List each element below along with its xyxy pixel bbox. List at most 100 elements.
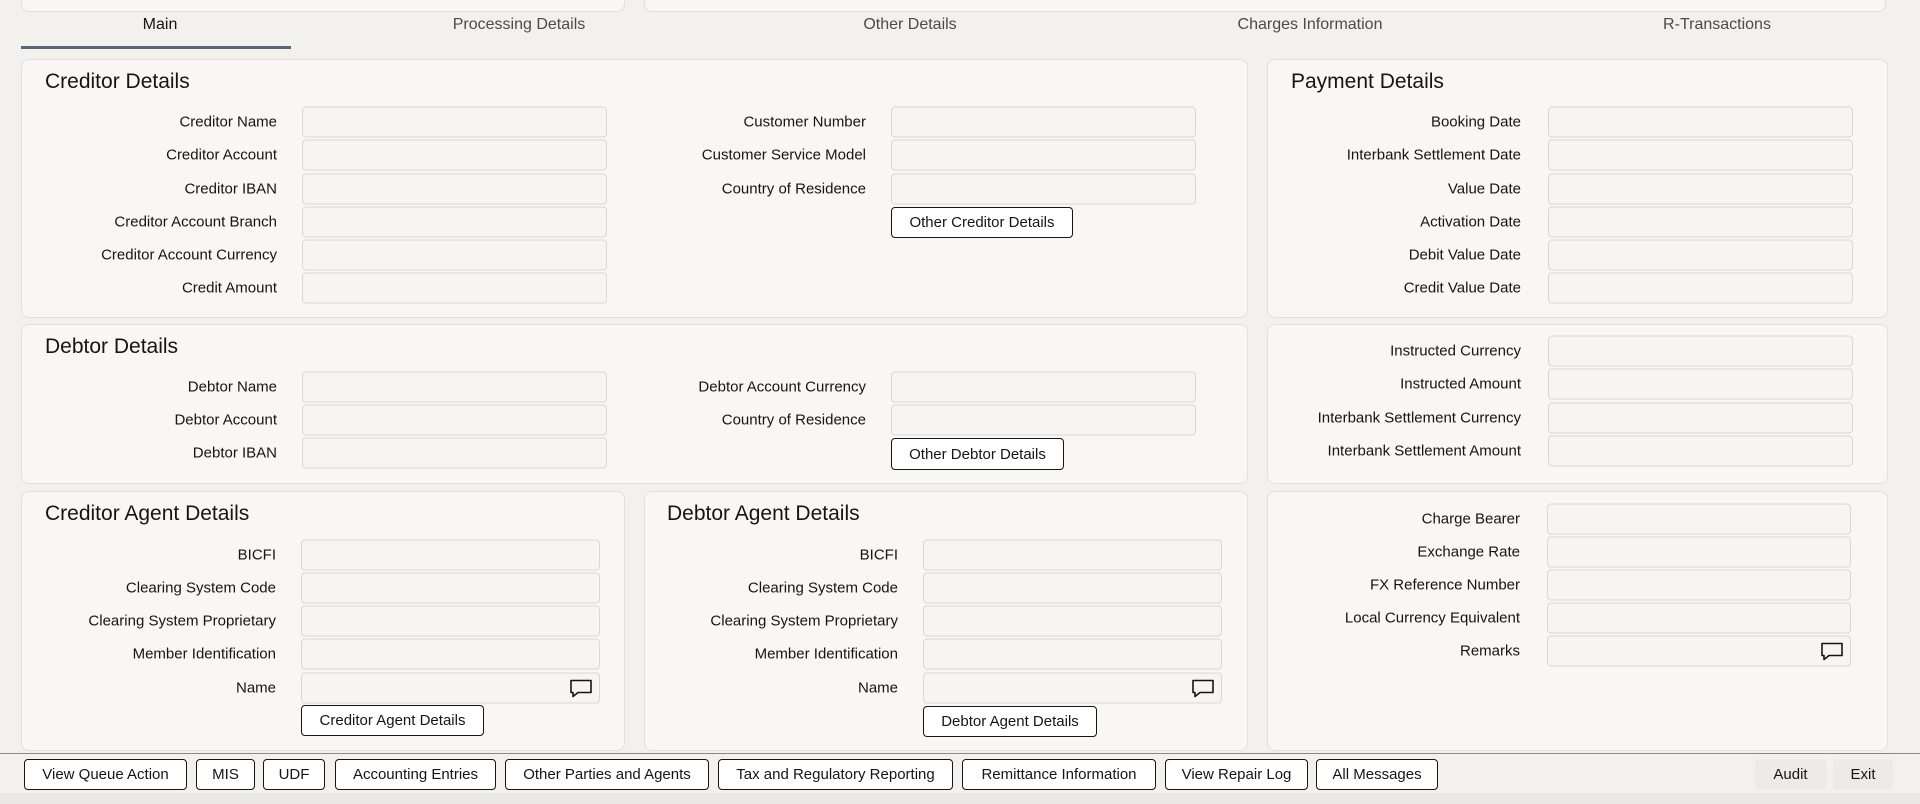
charges-local-currency-equivalent-label: Local Currency Equivalent (1344, 609, 1520, 627)
debtor-agent-name-label: Name (857, 679, 898, 697)
toolbar-view-repair-log-button[interactable]: View Repair Log (1165, 759, 1308, 790)
creditor-details-creditor-account-branch-input[interactable] (302, 206, 607, 238)
toolbar-mis-button[interactable]: MIS (196, 759, 255, 790)
creditor-agent-member-identification-input[interactable] (301, 638, 600, 670)
debtor-details-country-of-residence-input[interactable] (891, 404, 1196, 436)
top-panel-right (644, 0, 1886, 12)
payment-details-interbank-settlement-date-input[interactable] (1548, 139, 1853, 171)
debtor-details-title: Debtor Details (45, 335, 179, 358)
toolbar-tax-and-regulatory-reporting-button[interactable]: Tax and Regulatory Reporting (718, 759, 953, 790)
creditor-details-customer-service-model-input[interactable] (891, 139, 1196, 171)
amount-details-interbank-settlement-currency-input[interactable] (1548, 402, 1853, 434)
chat-bubble-icon[interactable] (569, 678, 593, 698)
amount-details-instructed-currency-input[interactable] (1548, 335, 1853, 367)
other-creditor-details-button[interactable]: Other Creditor Details (891, 207, 1073, 238)
payment-details-activation-date-input[interactable] (1548, 206, 1853, 238)
chat-bubble-icon[interactable] (1820, 641, 1844, 661)
creditor-agent-bicfi-label: BICFI (237, 546, 276, 564)
debtor-agent-member-identification-input[interactable] (923, 638, 1222, 670)
charges-charge-bearer-label: Charge Bearer (1421, 510, 1520, 528)
creditor-details-country-of-residence-input[interactable] (891, 173, 1196, 205)
payment-details-interbank-settlement-date-label: Interbank Settlement Date (1346, 146, 1521, 164)
exit-button[interactable]: Exit (1833, 759, 1893, 790)
creditor-details-creditor-iban-label: Creditor IBAN (184, 180, 277, 198)
creditor-details-creditor-name-label: Creditor Name (179, 113, 277, 131)
debtor-agent-bicfi-input[interactable] (923, 539, 1222, 571)
toolbar-remittance-information-button[interactable]: Remittance Information (962, 759, 1156, 790)
debtor-details-debtor-account-input[interactable] (302, 404, 607, 436)
creditor-details-creditor-account-currency-label: Creditor Account Currency (101, 246, 277, 264)
toolbar-divider (0, 753, 1920, 754)
payment-details-value-date-input[interactable] (1548, 173, 1853, 205)
amount-details-instructed-currency-label: Instructed Currency (1390, 342, 1521, 360)
payment-details-booking-date-label: Booking Date (1430, 113, 1521, 131)
payment-details-title: Payment Details (1291, 70, 1444, 93)
payment-details-debit-value-date-input[interactable] (1548, 239, 1853, 271)
charges-local-currency-equivalent-input[interactable] (1547, 602, 1851, 634)
creditor-details-customer-number-input[interactable] (891, 106, 1196, 138)
debtor-details-debtor-name-input[interactable] (302, 371, 607, 403)
creditor-agent-title: Creditor Agent Details (45, 502, 250, 525)
toolbar-other-parties-and-agents-button[interactable]: Other Parties and Agents (505, 759, 709, 790)
active-tab-indicator (21, 46, 291, 49)
tab-processing-details[interactable]: Processing Details (453, 16, 586, 34)
amount-details-instructed-amount-label: Instructed Amount (1400, 375, 1521, 393)
payment-details-credit-value-date-input[interactable] (1548, 272, 1853, 304)
creditor-agent-member-identification-label: Member Identification (132, 645, 276, 663)
debtor-agent-name-input[interactable] (923, 672, 1222, 704)
debtor-agent-member-identification-label: Member Identification (754, 645, 898, 663)
debtor-agent-title: Debtor Agent Details (667, 502, 860, 525)
debtor-agent-clearing-system-code-input[interactable] (923, 572, 1222, 604)
other-debtor-details-button[interactable]: Other Debtor Details (891, 438, 1064, 470)
creditor-agent-name-label: Name (235, 679, 276, 697)
tab-charges-information[interactable]: Charges Information (1238, 16, 1383, 34)
amount-details-instructed-amount-input[interactable] (1548, 368, 1853, 400)
payment-details-value-date-label: Value Date (1447, 180, 1521, 198)
charges-fx-reference-number-label: FX Reference Number (1369, 576, 1520, 594)
tab-r-transactions[interactable]: R-Transactions (1663, 16, 1771, 34)
creditor-details-creditor-account-currency-input[interactable] (302, 239, 607, 271)
creditor-agent-bicfi-input[interactable] (301, 539, 600, 571)
tab-other-details[interactable]: Other Details (863, 16, 956, 34)
audit-button[interactable]: Audit (1755, 759, 1826, 790)
toolbar-view-queue-action-button[interactable]: View Queue Action (24, 759, 187, 790)
creditor-details-creditor-name-input[interactable] (302, 106, 607, 138)
creditor-details-creditor-account-label: Creditor Account (166, 146, 277, 164)
payment-details-credit-value-date-label: Credit Value Date (1403, 279, 1521, 297)
footer-strip (0, 793, 1920, 804)
charges-exchange-rate-label: Exchange Rate (1417, 543, 1520, 561)
creditor-details-customer-service-model-label: Customer Service Model (701, 146, 866, 164)
toolbar-all-messages-button[interactable]: All Messages (1316, 759, 1438, 790)
debtor-details-debtor-account-currency-input[interactable] (891, 371, 1196, 403)
top-panel-left (21, 0, 625, 12)
creditor-details-creditor-iban-input[interactable] (302, 173, 607, 205)
creditor-agent-details-button[interactable]: Creditor Agent Details (301, 705, 484, 736)
creditor-details-credit-amount-label: Credit Amount (181, 279, 277, 297)
charges-exchange-rate-input[interactable] (1547, 536, 1851, 568)
charges-fx-reference-number-input[interactable] (1547, 569, 1851, 601)
debtor-agent-bicfi-label: BICFI (859, 546, 898, 564)
debtor-details-debtor-iban-label: Debtor IBAN (192, 444, 277, 462)
creditor-agent-clearing-system-code-input[interactable] (301, 572, 600, 604)
toolbar-accounting-entries-button[interactable]: Accounting Entries (335, 759, 496, 790)
debtor-details-debtor-account-label: Debtor Account (174, 411, 277, 429)
creditor-details-creditor-account-input[interactable] (302, 139, 607, 171)
creditor-agent-name-input[interactable] (301, 672, 600, 704)
debtor-details-debtor-account-currency-label: Debtor Account Currency (698, 378, 866, 396)
charges-remarks-label: Remarks (1459, 642, 1520, 660)
chat-bubble-icon[interactable] (1191, 678, 1215, 698)
payment-details-debit-value-date-label: Debit Value Date (1408, 246, 1521, 264)
charges-remarks-input[interactable] (1547, 635, 1851, 667)
charges-charge-bearer-input[interactable] (1547, 503, 1851, 535)
debtor-details-debtor-iban-input[interactable] (302, 437, 607, 469)
creditor-agent-clearing-system-proprietary-input[interactable] (301, 605, 600, 637)
debtor-agent-details-button[interactable]: Debtor Agent Details (923, 706, 1097, 737)
payment-details-booking-date-input[interactable] (1548, 106, 1853, 138)
toolbar-udf-button[interactable]: UDF (263, 759, 325, 790)
debtor-details-country-of-residence-label: Country of Residence (721, 411, 866, 429)
tab-main[interactable]: Main (143, 16, 178, 34)
amount-details-interbank-settlement-amount-input[interactable] (1548, 435, 1853, 467)
debtor-agent-clearing-system-code-label: Clearing System Code (747, 579, 898, 597)
debtor-agent-clearing-system-proprietary-input[interactable] (923, 605, 1222, 637)
creditor-details-credit-amount-input[interactable] (302, 272, 607, 304)
